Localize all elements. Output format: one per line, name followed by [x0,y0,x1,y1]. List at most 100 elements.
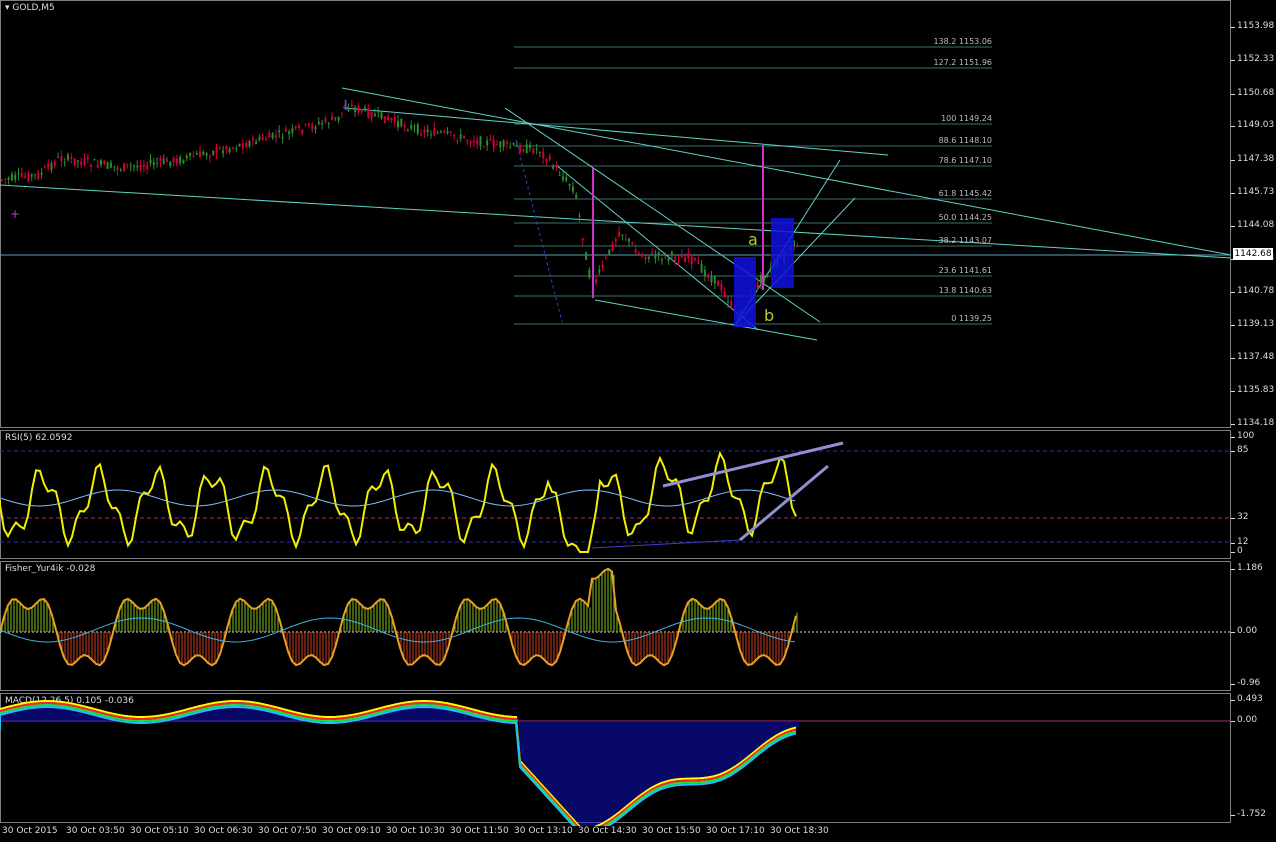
candle-body [57,156,60,158]
candle-body [522,149,525,152]
candle-body [162,158,165,164]
candle-body [284,128,287,132]
candle-body [245,142,248,148]
candle-body [218,147,221,149]
candle-body [426,129,429,133]
candle-body [129,165,132,167]
candle-body [50,163,53,170]
candle-body [548,156,551,160]
candle-body [113,166,116,168]
axis-tick [1231,424,1235,425]
candle-body [535,148,538,150]
candle-body [109,162,112,168]
price-axis: 1153.98 1152.33 1150.68 1149.03 1147.38 1145.… [1231,0,1276,428]
candle-body [601,264,604,268]
candle-body [327,123,330,125]
axis-label: 1150.68 [1237,88,1275,98]
candle-body [661,259,663,261]
axis-tick [1231,518,1235,519]
candle-body [265,139,267,141]
candle-body [136,165,139,168]
time-axis-label: 30 Oct 17:10 [706,826,765,836]
axis-tick [1231,193,1235,194]
candle-body [324,118,327,123]
fib-level-label: 88.6 1148.10 [938,136,992,145]
candle-body [119,169,122,171]
candle-body [37,172,40,180]
axis-label: 85 [1237,445,1249,455]
candle-body [17,173,20,175]
candle-body [654,255,657,259]
trend-line [344,107,889,156]
order-box [771,218,794,288]
macd-line [0,703,797,826]
candle-body [208,156,211,158]
axis-label: 32 [1237,512,1249,522]
axis-label: -1.752 [1237,809,1267,819]
candle-body [519,144,522,152]
time-axis-label: 30 Oct 10:30 [386,826,445,836]
candle-body [334,117,337,119]
candle-body [525,144,528,154]
candle-body [93,159,96,161]
candle-body [311,124,314,130]
time-axis-label: 30 Oct 07:50 [258,826,317,836]
order-box [734,257,756,327]
candle-body [7,178,10,180]
fib-level-label: 61.8 1145.42 [938,189,992,198]
candle-body [34,174,36,176]
candle-body [486,140,489,146]
candle-body [281,136,284,138]
candle-body [156,162,159,164]
candle-body [532,148,535,154]
candle-body [241,143,244,149]
candle-body [387,116,390,121]
fib-level-label: 23.6 1141.61 [938,266,992,275]
axis-label: 0.00 [1237,626,1258,636]
candle-body [496,144,498,146]
time-axis-label: 30 Oct 09:10 [322,826,381,836]
rsi-divergence-arrow [739,464,829,542]
candle-body [647,256,650,259]
down-arrow-icon: ↓ [340,98,352,114]
candle-body [512,142,515,145]
candle-body [796,245,799,248]
axis-tick [1231,126,1235,127]
candle-body [403,124,406,128]
candle-body [274,135,277,138]
candle-body [149,159,152,164]
candle-body [96,164,99,168]
candle-body [192,156,195,158]
candle-body [436,132,439,134]
axis-tick [1231,552,1235,553]
candle-body [189,152,192,156]
candle-body [439,131,442,133]
candle-body [63,162,66,164]
candle-body [228,148,231,153]
candle-body [70,157,73,159]
candle-body [410,125,413,129]
candle-body [301,129,304,134]
axis-label: 0.00 [1237,715,1258,725]
candle-body [393,116,396,123]
candle-body [212,150,215,155]
fib-level-label: 50.0 1144.25 [938,213,992,222]
time-axis-label: 30 Oct 03:50 [66,826,125,836]
candle-body [713,275,716,284]
axis-label: 1145.73 [1237,187,1275,197]
candle-body [337,116,340,121]
candle-body [367,107,370,118]
candle-body [766,274,769,277]
candle-body [152,162,155,166]
candle-body [707,274,710,278]
candle-body [235,148,238,150]
candle-body [80,161,83,166]
axis-tick [1231,226,1235,227]
candle-body [100,160,102,165]
candle-body [628,238,630,242]
axis-label: 1153.98 [1237,21,1275,31]
candle-body [60,155,63,161]
candle-body [116,167,119,170]
candle-body [641,254,644,257]
axis-label: 1139.13 [1237,319,1275,329]
